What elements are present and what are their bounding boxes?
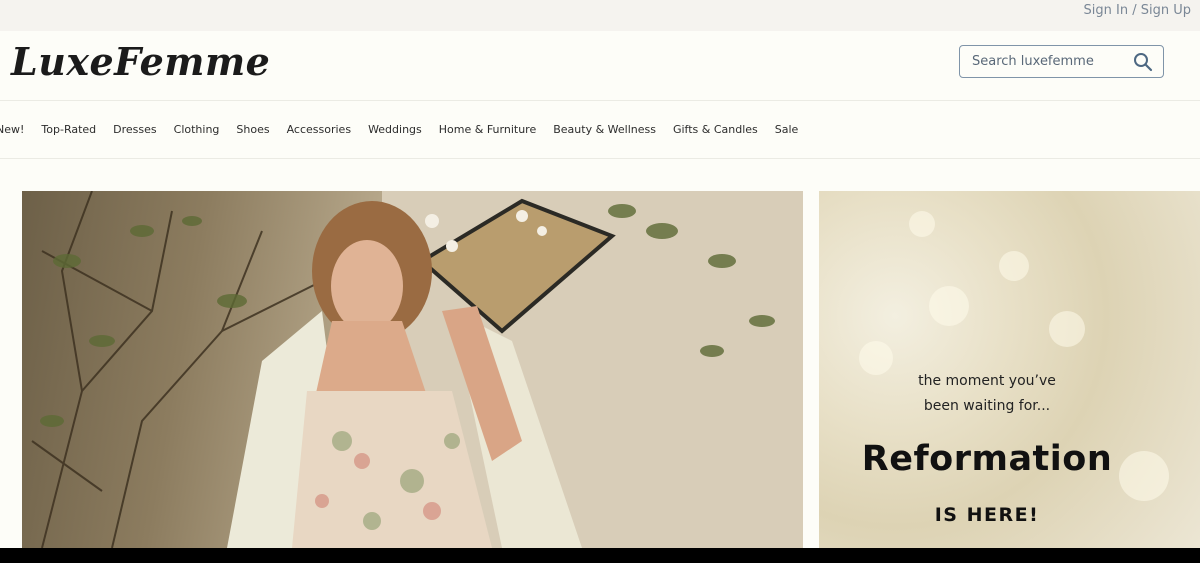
promo-title: Reformation [861, 439, 1113, 479]
promo-subtitle-line1: the moment you’ve [918, 373, 1056, 389]
nav-item-new[interactable]: New! [0, 123, 24, 136]
bokeh-light [929, 286, 969, 326]
site-logo[interactable]: LuxeFemme [11, 39, 270, 84]
search-input[interactable] [972, 46, 1132, 77]
bokeh-light [999, 251, 1029, 281]
promo-subtitle-line2: been waiting for... [923, 398, 1051, 414]
promo-tagline: IS HERE! [934, 504, 1040, 526]
nav-item-home-furniture[interactable]: Home & Furniture [439, 123, 536, 136]
nav-item-accessories[interactable]: Accessories [287, 123, 351, 136]
site-header: LuxeFemme [0, 31, 1200, 101]
promo-subtitle: the moment you’ve been waiting for... [819, 369, 1155, 419]
nav-item-gifts-candles[interactable]: Gifts & Candles [673, 123, 758, 136]
main-content: the moment you’ve been waiting for... Re… [0, 159, 1200, 548]
bokeh-light [1049, 311, 1085, 347]
bokeh-light [909, 211, 935, 237]
nav-item-weddings[interactable]: Weddings [368, 123, 422, 136]
nav-item-beauty-wellness[interactable]: Beauty & Wellness [553, 123, 656, 136]
search-box [959, 45, 1164, 78]
nav-item-dresses[interactable]: Dresses [113, 123, 156, 136]
hero-banner[interactable] [22, 191, 803, 548]
hero-photo [31, 191, 803, 548]
nav-item-shoes[interactable]: Shoes [236, 123, 269, 136]
search-icon[interactable] [1133, 52, 1153, 72]
utility-bar: Sign In / Sign Up [0, 0, 1200, 31]
sign-in-sign-up-link[interactable]: Sign In / Sign Up [1084, 3, 1191, 18]
nav-list: New! Top-Rated Dresses Clothing Shoes Ac… [0, 123, 815, 136]
main-navigation: New! Top-Rated Dresses Clothing Shoes Ac… [0, 101, 1200, 159]
promo-banner[interactable]: the moment you’ve been waiting for... Re… [819, 191, 1200, 548]
bottom-bar [0, 548, 1200, 563]
nav-item-clothing[interactable]: Clothing [174, 123, 220, 136]
nav-item-top-rated[interactable]: Top-Rated [41, 123, 96, 136]
nav-item-sale[interactable]: Sale [775, 123, 799, 136]
